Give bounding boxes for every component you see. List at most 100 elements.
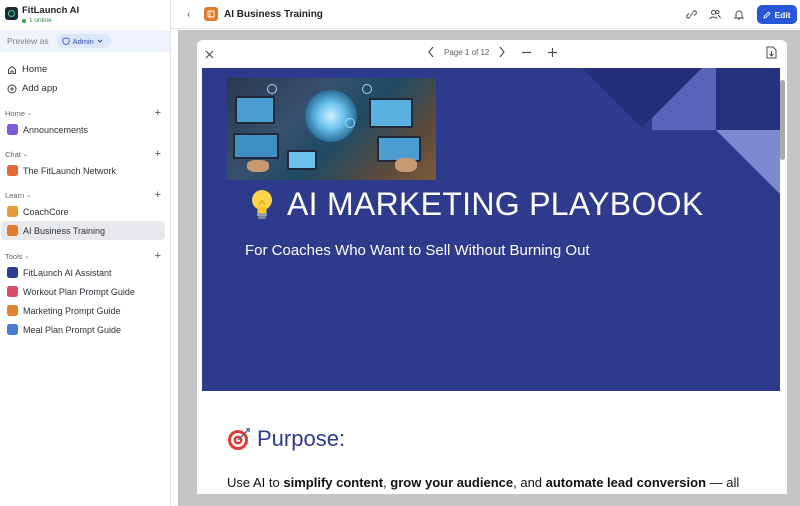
section-title-tools: Tools <box>5 251 23 261</box>
home-icon <box>8 65 16 74</box>
sidebar-item-fitlaunch-network[interactable]: The FitLaunch Network <box>1 161 165 180</box>
sidebar-item-marketing-prompt-guide[interactable]: Marketing Prompt Guide <box>1 301 165 320</box>
zoom-controls <box>519 47 571 58</box>
org-switcher[interactable]: FitLaunch AI 1 online <box>5 5 79 25</box>
decor-triangle <box>582 68 702 128</box>
nav-add-app-label: Add app <box>22 83 58 94</box>
chevron-down-icon: ⌄ <box>22 151 28 158</box>
section-header-tools[interactable]: Tools ⌄ + <box>0 249 170 263</box>
purpose-heading-text: Purpose: <box>257 426 346 451</box>
purpose-text: Use AI to simplify content, grow your au… <box>227 475 739 490</box>
sidebar-item-ai-business-training[interactable]: AI Business Training <box>1 221 165 240</box>
edit-button[interactable]: Edit <box>757 5 797 24</box>
online-status: 1 online <box>22 16 79 25</box>
top-actions: Edit <box>679 0 800 29</box>
section-home: Home ⌄ + Announcements <box>0 106 170 139</box>
add-learn-plus-icon[interactable]: + <box>155 190 161 201</box>
document-page: AI MARKETING PLAYBOOK For Coaches Who Wa… <box>202 68 780 494</box>
sidebar-item-label: The FitLaunch Network <box>23 165 117 176</box>
sidebar-item-label: Marketing Prompt Guide <box>23 305 121 316</box>
add-home-plus-icon[interactable]: + <box>155 108 161 119</box>
top-bar: ‹ AI Business Training Edit <box>171 0 800 29</box>
cover-section: AI MARKETING PLAYBOOK For Coaches Who Wa… <box>202 68 780 391</box>
pager: Page 1 of 12 <box>424 46 509 58</box>
nav-add-app[interactable]: Add app <box>0 79 170 98</box>
link-icon[interactable] <box>679 9 703 20</box>
zoom-in-icon[interactable] <box>545 47 559 58</box>
chevron-down-icon: ⌄ <box>24 253 30 260</box>
role-value: Admin <box>72 36 94 46</box>
guide-app-icon <box>7 286 18 297</box>
sidebar-item-label: FitLaunch AI Assistant <box>23 267 112 278</box>
viewer-scrollbar[interactable] <box>780 80 785 160</box>
add-tools-plus-icon[interactable]: + <box>155 251 161 262</box>
sidebar-item-label: Workout Plan Prompt Guide <box>23 286 135 297</box>
chevron-down-icon: ⌄ <box>27 110 33 117</box>
sidebar-item-announcements[interactable]: Announcements <box>1 120 165 139</box>
nav-home[interactable]: Home <box>0 60 170 79</box>
sidebar-item-label: Announcements <box>23 124 89 135</box>
sidebar-item-meal-plan-prompt-guide[interactable]: Meal Plan Prompt Guide <box>1 320 165 339</box>
shield-icon <box>61 37 70 45</box>
purpose-text-bold: grow your audience <box>390 475 514 490</box>
chevron-down-icon <box>97 39 103 43</box>
zoom-out-icon[interactable] <box>519 47 533 58</box>
members-icon[interactable] <box>703 9 727 20</box>
page-indicator: Page 1 of 12 <box>444 47 490 57</box>
nav-home-label: Home <box>22 64 48 75</box>
sidebar-item-workout-plan-prompt-guide[interactable]: Workout Plan Prompt Guide <box>1 282 165 301</box>
purpose-heading: Purpose: <box>227 426 345 452</box>
next-page-icon[interactable] <box>495 46 509 58</box>
add-circle-icon <box>7 84 17 93</box>
purpose-text-part: Use AI to <box>227 475 284 490</box>
prev-page-icon[interactable] <box>424 46 438 58</box>
target-icon <box>228 428 250 450</box>
page-title: AI Business Training <box>224 8 323 20</box>
course-app-icon <box>7 225 18 236</box>
edit-button-label: Edit <box>774 9 791 20</box>
section-chat: Chat ⌄ + The FitLaunch Network <box>0 147 170 180</box>
online-count: 1 online <box>29 17 52 24</box>
chat-app-icon <box>7 165 18 176</box>
online-dot-icon <box>22 18 26 23</box>
org-name: FitLaunch AI <box>22 5 80 16</box>
sidebar-item-label: AI Business Training <box>23 225 106 236</box>
section-title-chat: Chat <box>5 149 21 159</box>
cover-title: AI MARKETING PLAYBOOK <box>249 186 703 223</box>
section-title-home: Home <box>5 108 26 118</box>
hero-image <box>227 78 436 180</box>
back-chevron-icon[interactable]: ‹ <box>187 9 199 20</box>
section-header-home[interactable]: Home ⌄ + <box>0 106 170 120</box>
decor-triangle <box>716 130 780 194</box>
section-header-chat[interactable]: Chat ⌄ + <box>0 147 170 161</box>
download-icon[interactable] <box>766 46 777 64</box>
purpose-text-bold: simplify content <box>283 475 384 490</box>
lightbulb-icon <box>252 189 272 219</box>
guide-app-icon <box>7 305 18 316</box>
purpose-text-part: , and <box>513 475 546 490</box>
document-viewer: Page 1 of 12 AI MARKETING PLAYBOOK For C… <box>197 40 787 494</box>
section-tools: Tools ⌄ + FitLaunch AI Assistant Workout … <box>0 249 170 339</box>
sidebar-item-coachcore[interactable]: CoachCore <box>1 202 165 221</box>
main-nav: Home Add app <box>0 60 170 98</box>
megaphone-icon <box>7 124 18 135</box>
sidebar-item-fitlaunch-ai-assistant[interactable]: FitLaunch AI Assistant <box>1 263 165 282</box>
sidebar-item-label: Meal Plan Prompt Guide <box>23 324 122 335</box>
preview-label: Preview as <box>7 36 49 46</box>
purpose-text-part: — all <box>706 475 740 490</box>
decor-block <box>716 68 780 130</box>
sidebar: FitLaunch AI 1 online Preview as Admin H… <box>0 0 171 506</box>
course-app-icon <box>7 206 18 217</box>
add-chat-plus-icon[interactable]: + <box>155 149 161 160</box>
org-logo <box>5 7 18 20</box>
close-icon[interactable] <box>204 47 215 65</box>
section-title-learn: Learn <box>5 190 25 200</box>
assistant-app-icon <box>7 267 18 278</box>
bell-icon[interactable] <box>727 9 751 20</box>
sidebar-item-label: CoachCore <box>23 206 69 217</box>
role-select[interactable]: Admin <box>56 34 111 48</box>
viewer-toolbar: Page 1 of 12 <box>197 40 787 66</box>
purpose-section: Purpose: Use AI to simplify content, gro… <box>202 391 780 494</box>
preview-bar: Preview as Admin <box>0 30 170 52</box>
section-header-learn[interactable]: Learn ⌄ + <box>0 188 170 202</box>
